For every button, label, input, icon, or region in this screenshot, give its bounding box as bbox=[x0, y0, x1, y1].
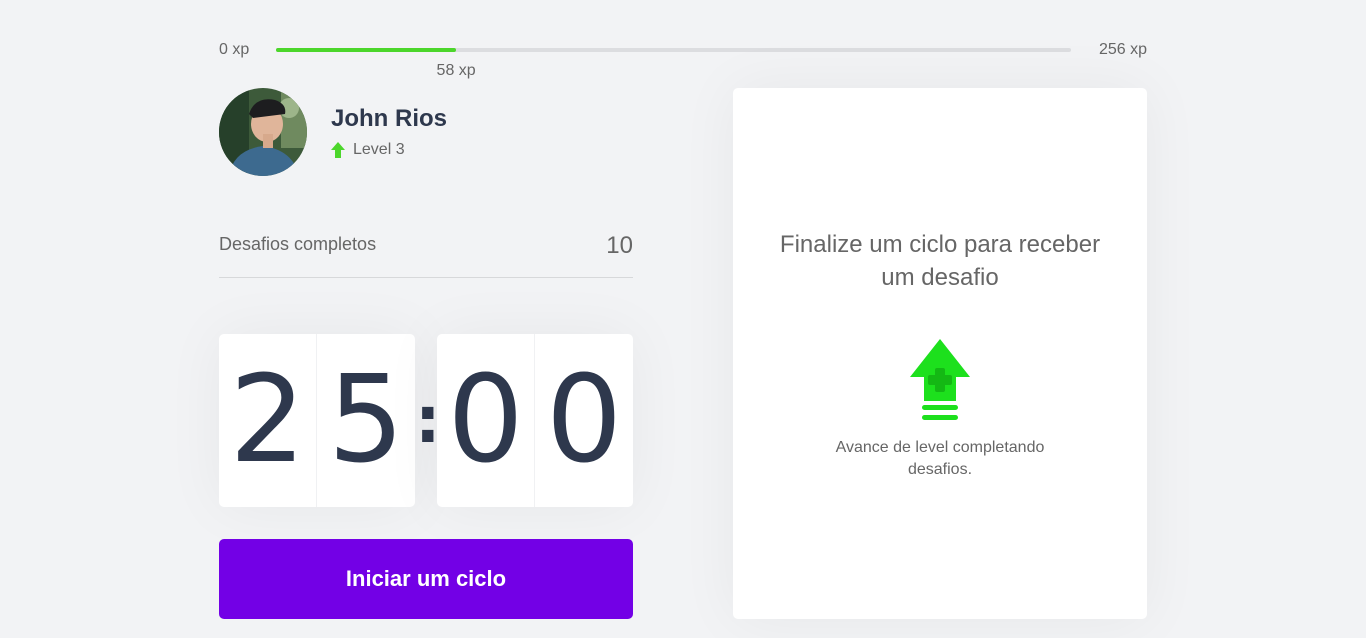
xp-current-label: 58 xp bbox=[436, 62, 476, 79]
completed-challenges-count: 10 bbox=[606, 232, 633, 259]
minutes-tens-digit: 2 bbox=[219, 334, 317, 507]
challenge-title: Finalize um ciclo para receber um desafi… bbox=[779, 231, 1101, 291]
level-up-arrow-icon bbox=[331, 142, 345, 158]
experience-bar: 0 xp 58 xp 256 xp bbox=[219, 38, 1147, 82]
completed-challenges: Desafios completos 10 bbox=[219, 226, 633, 278]
countdown: 2 5 : 0 0 bbox=[219, 334, 633, 507]
seconds-ones-digit: 0 bbox=[545, 351, 623, 490]
xp-track bbox=[276, 48, 1071, 52]
profile-info: John Rios Level 3 bbox=[331, 105, 447, 159]
profile-level-label: Level 3 bbox=[353, 141, 405, 158]
challenge-box: Finalize um ciclo para receber um desafi… bbox=[733, 88, 1147, 619]
xp-progress-fill bbox=[276, 48, 457, 52]
level-up-icon bbox=[910, 339, 970, 426]
minutes-ones-digit: 5 bbox=[327, 351, 405, 490]
countdown-separator: : bbox=[415, 383, 441, 458]
countdown-seconds: 0 0 bbox=[437, 334, 633, 507]
avatar bbox=[219, 88, 307, 176]
countdown-minutes: 2 5 bbox=[219, 334, 415, 507]
profile-level: Level 3 bbox=[331, 141, 447, 159]
profile-name: John Rios bbox=[331, 105, 448, 132]
completed-challenges-label: Desafios completos bbox=[219, 234, 377, 254]
profile: John Rios Level 3 bbox=[219, 88, 447, 176]
challenge-hint: Avance de level completando desafios. bbox=[835, 439, 1045, 478]
start-cycle-button[interactable]: Iniciar um ciclo bbox=[219, 539, 633, 619]
seconds-tens-digit: 0 bbox=[437, 334, 535, 507]
xp-max-label: 256 xp bbox=[1098, 41, 1147, 58]
xp-min-label: 0 xp bbox=[219, 41, 250, 58]
